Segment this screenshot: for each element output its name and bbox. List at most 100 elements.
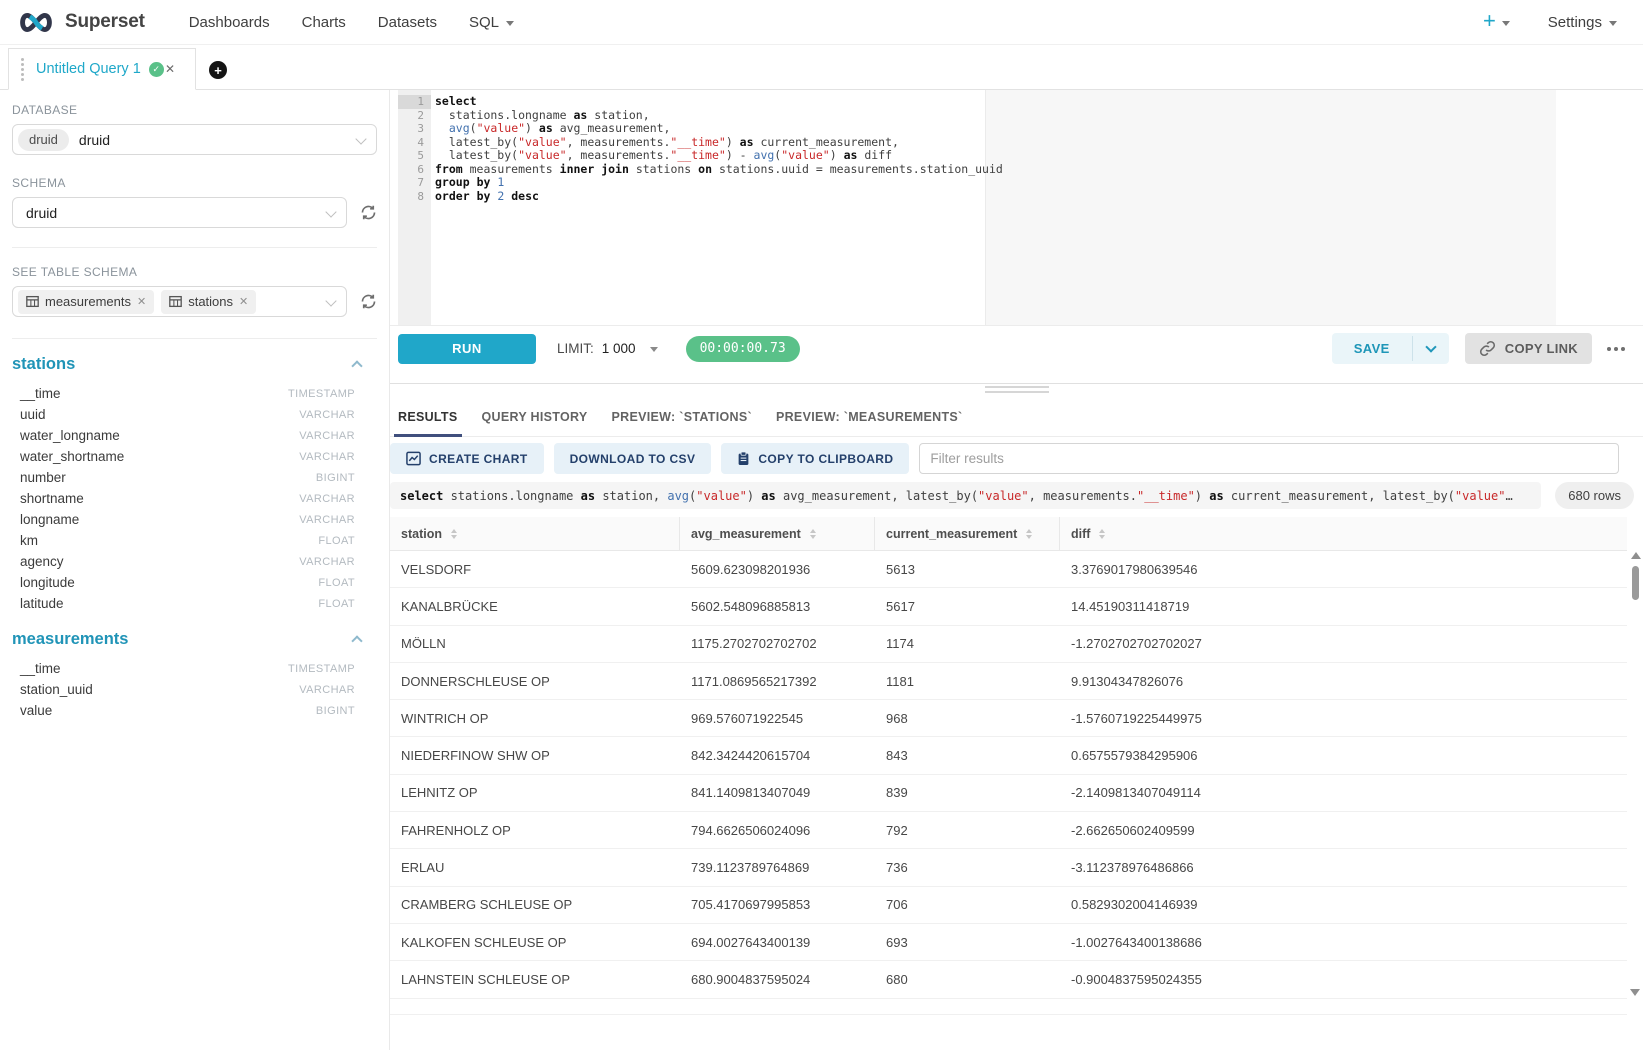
close-tab-icon[interactable] [165,62,175,76]
query-timer-badge: 00:00:00.73 [686,336,800,362]
table-section-header[interactable]: measurements [12,629,377,649]
table-cell: WINTRICH OP [390,711,680,726]
limit-label: LIMIT: [557,341,594,356]
drag-handle-icon[interactable] [21,68,24,71]
save-button[interactable]: SAVE [1332,333,1412,364]
query-preview: select stations.longname as station, avg… [390,482,1541,509]
schema-select[interactable]: druid [12,197,347,228]
add-new-menu[interactable]: + [1483,12,1510,32]
table-cell: -3.112378976486866 [1060,860,1627,875]
save-split-button: SAVE [1332,333,1449,364]
splitter-grip-icon[interactable] [985,386,1049,393]
nav-sql-menu[interactable]: SQL [469,14,514,31]
results-table-header: station avg_measurement current_measurem… [390,517,1627,551]
column-row: numberBIGINT [12,467,377,488]
table-name: measurements [12,630,128,649]
tab-query-history[interactable]: QUERY HISTORY [482,397,588,436]
table-cell: 9.91304347826076 [1060,674,1627,689]
table-cell: FAHRENHOLZ OP [390,823,680,838]
tab-results[interactable]: RESULTS [398,397,458,436]
remove-chip-icon[interactable] [137,295,146,308]
table-row: ERLAU739.1123789764869736-3.112378976486… [390,849,1627,886]
collapse-icon[interactable] [351,360,362,371]
new-tab-button[interactable]: + [209,61,227,79]
query-tab[interactable]: Untitled Query 1 [8,48,196,90]
filter-results-input[interactable] [919,443,1619,474]
sql-lab-sidebar: DATABASE druid druid SCHEMA druid SEE TA… [0,90,390,1050]
settings-menu[interactable]: Settings [1548,14,1617,31]
column-row: latitudeFLOAT [12,593,377,614]
copy-link-button[interactable]: COPY LINK [1465,333,1592,364]
table-row: CRAMBERG SCHLEUSE OP705.4170697995853706… [390,887,1627,924]
chevron-down-icon [1425,341,1436,352]
table-icon [169,295,182,308]
table-select[interactable]: measurements stations [12,286,347,317]
table-cell: 842.3424420615704 [680,748,875,763]
remove-chip-icon[interactable] [239,295,248,308]
column-row: longitudeFLOAT [12,572,377,593]
download-csv-button[interactable]: DOWNLOAD TO CSV [554,443,712,474]
column-header-station[interactable]: station [390,517,680,550]
scroll-up-icon[interactable] [1631,552,1641,559]
database-type-chip: druid [18,129,69,151]
chart-icon [406,451,421,466]
table-schema-section: measurements__timeTIMESTAMPstation_uuidV… [12,629,377,721]
column-row: station_uuidVARCHAR [12,679,377,700]
table-cell: 5602.548096885813 [680,599,875,614]
nav-charts[interactable]: Charts [302,14,346,31]
table-cell: 841.1409813407049 [680,785,875,800]
table-cell: -1.0027643400138686 [1060,935,1627,950]
tab-preview-stations[interactable]: PREVIEW: `STATIONS` [612,397,752,436]
table-section-header[interactable]: stations [12,354,377,374]
scrollbar-thumb[interactable] [1632,566,1639,600]
clipboard-icon [737,451,750,466]
more-options-icon[interactable] [1605,341,1627,357]
sort-icon [451,529,457,539]
save-dropdown-button[interactable] [1413,333,1449,364]
refresh-schema-icon[interactable] [360,204,377,221]
table-chip[interactable]: measurements [18,290,154,314]
run-button[interactable]: RUN [398,334,536,364]
table-cell: 839 [875,785,1060,800]
collapse-icon[interactable] [351,635,362,646]
superset-brand[interactable]: Superset [14,9,145,36]
column-row: uuidVARCHAR [12,404,377,425]
nav-datasets[interactable]: Datasets [378,14,437,31]
editor-code[interactable]: select stations.longname as station, avg… [431,90,1643,325]
database-select[interactable]: druid druid [12,124,377,155]
column-row: shortnameVARCHAR [12,488,377,509]
scroll-down-icon[interactable] [1630,989,1640,996]
column-row: agencyVARCHAR [12,551,377,572]
table-cell: CRAMBERG SCHLEUSE OP [390,897,680,912]
column-row: __timeTIMESTAMP [12,383,377,404]
table-cell: -2.662650602409599 [1060,823,1627,838]
tab-preview-measurements[interactable]: PREVIEW: `MEASUREMENTS` [776,397,963,436]
table-chip-label: measurements [45,294,131,309]
limit-dropdown[interactable]: LIMIT: 1 000 [557,341,658,356]
pane-splitter[interactable] [390,383,1643,397]
column-header-diff[interactable]: diff [1060,517,1627,550]
table-cell: 0.6575579384295906 [1060,748,1627,763]
table-cell: 693 [875,935,1060,950]
table-row: NIEDERFINOW SHW OP842.34244206157048430.… [390,737,1627,774]
refresh-tables-icon[interactable] [360,293,377,310]
chevron-down-icon [1609,21,1617,26]
table-chip[interactable]: stations [161,290,256,314]
column-header-current-measurement[interactable]: current_measurement [875,517,1060,550]
query-preview-row: select stations.longname as station, avg… [390,482,1643,509]
table-row: VELSDORF5609.62309820193656133.376901798… [390,551,1627,588]
table-row: KALKOFEN SCHLEUSE OP694.0027643400139693… [390,924,1627,961]
chevron-down-icon [325,295,336,306]
nav-dashboards[interactable]: Dashboards [189,14,270,31]
table-cell: 706 [875,897,1060,912]
table-cell: LAHNSTEIN SCHLEUSE OP [390,972,680,987]
table-row: LAHNSTEIN SCHLEUSE OP680.900483759502468… [390,961,1627,998]
link-icon [1479,340,1496,357]
database-value: druid [79,132,110,148]
copy-clipboard-button[interactable]: COPY TO CLIPBOARD [721,443,909,474]
results-scrollbar[interactable] [1630,552,1641,1004]
create-chart-button[interactable]: CREATE CHART [390,443,544,474]
column-header-avg-measurement[interactable]: avg_measurement [680,517,875,550]
schema-tables: stations__timeTIMESTAMPuuidVARCHARwater_… [12,354,377,721]
table-schema-section: stations__timeTIMESTAMPuuidVARCHARwater_… [12,354,377,614]
